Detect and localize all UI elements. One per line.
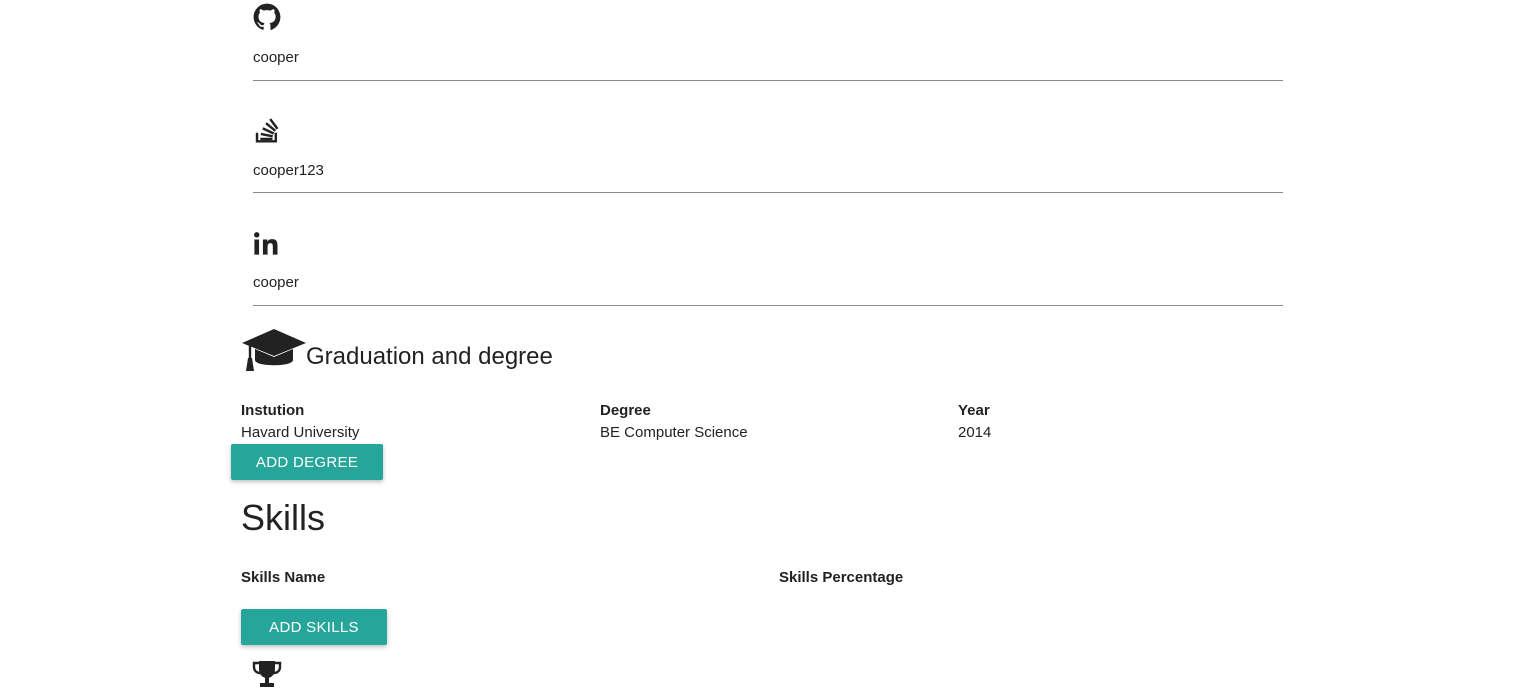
institution-value: Havard University [241,424,360,441]
column-header-skills-percentage: Skills Percentage [779,569,904,586]
graduation-title: Graduation and degree [306,343,553,370]
graduation-cap-icon [242,329,306,371]
add-skills-button[interactable]: ADD SKILLS [241,609,387,645]
column-header-institution: Instution [241,402,305,419]
linkedin-username: cooper [253,274,299,291]
github-divider [253,80,1283,81]
stackoverflow-divider [253,192,1283,193]
github-username: cooper [253,49,299,66]
linkedin-icon [254,232,278,255]
column-header-skills-name: Skills Name [241,569,326,586]
column-header-degree: Degree [600,402,651,419]
linkedin-divider [253,305,1283,306]
stackoverflow-icon [255,118,279,143]
stackoverflow-username: cooper123 [253,162,324,179]
github-icon [253,3,281,30]
column-header-year: Year [958,402,990,419]
year-value: 2014 [958,424,992,441]
add-degree-button[interactable]: ADD DEGREE [231,444,383,480]
skills-title: Skills [241,497,326,538]
degree-value: BE Computer Science [600,424,748,441]
